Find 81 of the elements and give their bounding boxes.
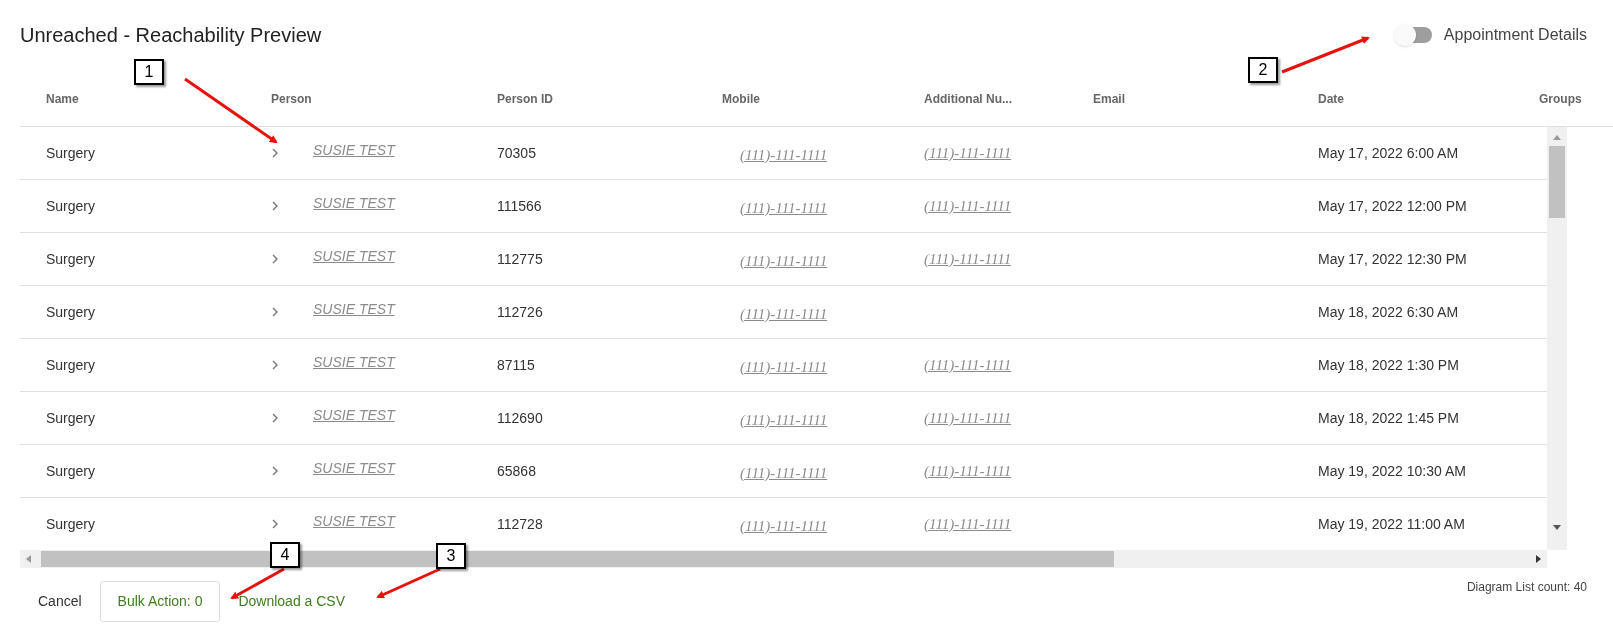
column-header: Mobile <box>722 92 760 106</box>
chevron-right-icon[interactable] <box>271 147 279 159</box>
cancel-button[interactable]: Cancel <box>20 581 100 622</box>
column-header: Email <box>1093 92 1125 106</box>
toggle-label: Appointment Details <box>1443 25 1587 45</box>
callout-number: 2 <box>1248 57 1278 83</box>
chevron-right-icon[interactable] <box>271 465 279 477</box>
person-link[interactable]: SUSIE TEST <box>313 298 395 320</box>
chevron-right-icon[interactable] <box>271 518 279 530</box>
phone-link[interactable]: (111)-111-1111 <box>740 461 828 485</box>
scroll-down-icon[interactable] <box>1553 525 1561 530</box>
table-cell-text: Surgery <box>46 355 96 375</box>
phone-link[interactable]: (111)-111-1111 <box>924 512 1012 536</box>
table-cell-text: May 17, 2022 12:30 PM <box>1318 249 1467 269</box>
person-link[interactable]: SUSIE TEST <box>313 457 395 479</box>
list-count: Diagram List count: 40 <box>1466 579 1587 596</box>
table-cell-text: 87115 <box>497 355 535 375</box>
callout-number: 1 <box>134 59 164 85</box>
phone-link[interactable]: (111)-111-1111 <box>740 514 828 538</box>
table-cell-text: Surgery <box>46 302 96 322</box>
table-cell-text: Surgery <box>46 461 96 481</box>
phone-link[interactable]: (111)-111-1111 <box>924 406 1012 430</box>
column-header: Person <box>271 92 312 106</box>
appointment-toggle[interactable] <box>1395 27 1432 43</box>
table-cell-text: 111566 <box>497 196 542 216</box>
person-link[interactable]: SUSIE TEST <box>313 245 395 267</box>
table-cell-text: May 18, 2022 6:30 AM <box>1318 302 1459 322</box>
table-cell-text: 65868 <box>497 461 536 481</box>
person-link[interactable]: SUSIE TEST <box>313 139 395 161</box>
phone-link[interactable]: (111)-111-1111 <box>740 355 828 379</box>
phone-link[interactable]: (111)-111-1111 <box>740 249 828 273</box>
phone-link[interactable]: (111)-111-1111 <box>924 459 1012 483</box>
chevron-right-icon[interactable] <box>271 412 279 424</box>
person-link[interactable]: SUSIE TEST <box>313 192 395 214</box>
table-cell-text: May 18, 2022 1:45 PM <box>1318 408 1459 428</box>
table-cell-text: Surgery <box>46 196 96 216</box>
table-cell-text: 112728 <box>497 514 543 534</box>
table-cell-text: May 19, 2022 11:00 AM <box>1318 514 1465 534</box>
table-cell-text: May 17, 2022 6:00 AM <box>1318 143 1459 163</box>
table-cell-text: 112690 <box>497 408 543 428</box>
table-cell-text: 112726 <box>497 302 543 322</box>
phone-link[interactable]: (111)-111-1111 <box>924 194 1012 218</box>
table-cell-text: Surgery <box>46 408 96 428</box>
table-cell-text: Surgery <box>46 249 96 269</box>
chevron-right-icon[interactable] <box>271 306 279 318</box>
bulk-action-button[interactable]: Bulk Action: 0 <box>99 581 221 622</box>
column-header: Person ID <box>497 92 553 106</box>
phone-link[interactable]: (111)-111-1111 <box>740 143 828 167</box>
table-cell-text: 70305 <box>497 143 536 163</box>
table-cell-text: May 19, 2022 10:30 AM <box>1318 461 1466 481</box>
table-cell-text: May 18, 2022 1:30 PM <box>1318 355 1459 375</box>
table-cell-text: Surgery <box>46 514 96 534</box>
table-cell-text: May 17, 2022 12:00 PM <box>1318 196 1467 216</box>
table-cell-text: 112775 <box>497 249 543 269</box>
phone-link[interactable]: (111)-111-1111 <box>924 353 1012 377</box>
callout-arrow <box>376 567 441 599</box>
vertical-scrollbar[interactable] <box>1547 127 1567 550</box>
phone-link[interactable]: (111)-111-1111 <box>740 302 828 326</box>
callout-number: 4 <box>270 542 300 568</box>
scroll-up-icon[interactable] <box>1553 135 1561 140</box>
person-link[interactable]: SUSIE TEST <box>313 351 395 373</box>
download-csv-button[interactable]: Download a CSV <box>220 581 364 622</box>
page-title: Unreached - Reachability Preview <box>20 23 322 48</box>
phone-link[interactable]: (111)-111-1111 <box>740 196 828 220</box>
column-header: Date <box>1318 92 1344 106</box>
phone-link[interactable]: (111)-111-1111 <box>924 141 1012 165</box>
chevron-right-icon[interactable] <box>271 200 279 212</box>
person-link[interactable]: SUSIE TEST <box>313 510 395 532</box>
column-header: Name <box>46 92 79 106</box>
column-header: Additional Nu... <box>924 92 1012 106</box>
table-cell-text: Surgery <box>46 143 96 163</box>
column-header: Groups <box>1539 92 1582 106</box>
scrollbar-thumb[interactable] <box>1549 146 1565 218</box>
phone-link[interactable]: (111)-111-1111 <box>740 408 828 432</box>
phone-link[interactable]: (111)-111-1111 <box>924 247 1012 271</box>
chevron-right-icon[interactable] <box>271 359 279 371</box>
scroll-left-icon[interactable] <box>26 555 31 563</box>
callout-number: 3 <box>436 543 466 569</box>
scroll-right-icon[interactable] <box>1536 555 1541 563</box>
person-link[interactable]: SUSIE TEST <box>313 404 395 426</box>
chevron-right-icon[interactable] <box>271 253 279 265</box>
